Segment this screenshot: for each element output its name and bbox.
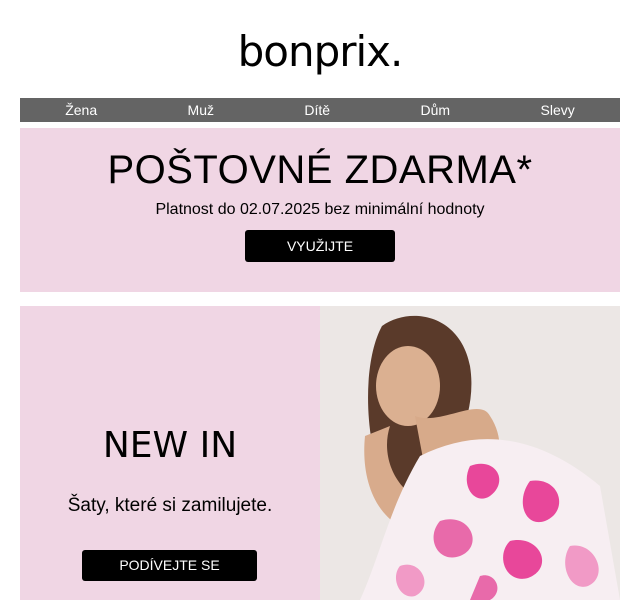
hero-text-panel: NEW IN Šaty, které si zamilujete. PODÍVE… <box>20 306 320 600</box>
nav-item-slevy[interactable]: Slevy <box>541 102 575 118</box>
hero-subtitle: Šaty, které si zamilujete. <box>67 495 273 516</box>
nav-item-dum[interactable]: Dům <box>421 102 451 118</box>
nav-item-dite[interactable]: Dítě <box>304 102 330 118</box>
hero-title: NEW IN <box>102 425 238 466</box>
nav-item-muz[interactable]: Muž <box>188 102 214 118</box>
nav-item-zena[interactable]: Žena <box>65 102 97 118</box>
hero-model-image[interactable] <box>320 306 620 600</box>
new-in-banner: NEW IN Šaty, které si zamilujete. PODÍVE… <box>20 306 620 600</box>
model-illustration <box>320 306 620 600</box>
hero-cta-button[interactable]: PODÍVEJTE SE <box>82 550 257 581</box>
main-navigation: Žena Muž Dítě Dům Slevy <box>20 98 620 122</box>
brand-logo[interactable]: bonprix. <box>0 28 640 76</box>
free-shipping-banner: POŠTOVNÉ ZDARMA* Platnost do 02.07.2025 … <box>20 128 620 292</box>
promo-cta-button[interactable]: VYUŽIJTE <box>245 230 395 262</box>
promo-title: POŠTOVNÉ ZDARMA* <box>107 148 533 192</box>
promo-subtitle: Platnost do 02.07.2025 bez minimální hod… <box>155 201 485 218</box>
